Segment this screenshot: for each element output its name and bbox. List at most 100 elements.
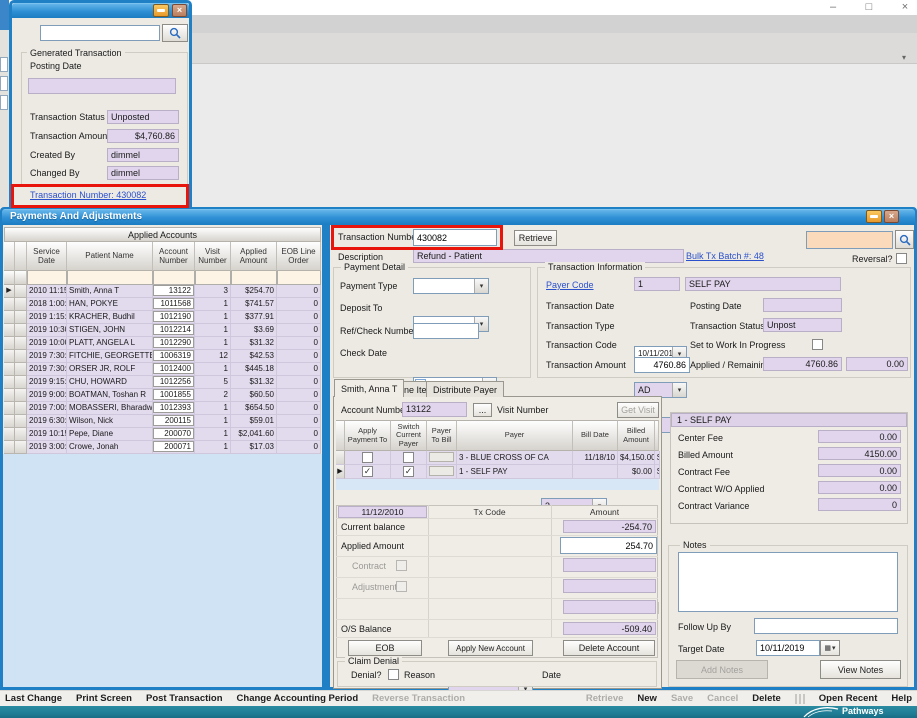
checkbox[interactable]	[362, 452, 373, 463]
delete-account-button[interactable]: Delete Account	[563, 640, 655, 656]
left-panel-empty-area	[3, 454, 322, 687]
header-account-number[interactable]: Account Number	[153, 242, 195, 271]
app-minimize-icon[interactable]: –	[824, 1, 842, 14]
filter-cell[interactable]	[27, 271, 67, 285]
follow-up-by-input[interactable]	[754, 618, 898, 634]
applied-account-row[interactable]: 2019 10:00:0PLATT, ANGELA L10122901$31.3…	[4, 337, 321, 350]
applied-account-row[interactable]: 2019 6:30:00Wilson, Nick2001151$59.010	[4, 415, 321, 428]
toolbar-separator	[795, 694, 805, 704]
apply-new-account-button[interactable]: Apply New Account	[448, 640, 533, 656]
header-payer[interactable]: Payer	[457, 420, 573, 451]
applied-account-row[interactable]: 2019 3:00:0Crowe, Jonah2000711$17.030	[4, 441, 321, 454]
eob-button[interactable]: EOB	[348, 640, 422, 656]
retrieve-button[interactable]: Retrieve	[514, 230, 557, 246]
header-cell-rowbutton	[15, 242, 27, 271]
tab-distribute-payer[interactable]: Distribute Payer	[426, 381, 504, 397]
target-date-input[interactable]	[756, 640, 820, 656]
checkbox[interactable]: ✓	[403, 466, 414, 477]
os-balance-field: -509.40	[563, 622, 656, 635]
checkbox[interactable]: ✓	[362, 466, 373, 477]
notes-textarea[interactable]	[678, 552, 898, 612]
header-switch-current-payer[interactable]: Switch Current Payer	[391, 420, 427, 451]
tab-patient[interactable]: Smith, Anna T	[334, 379, 404, 397]
header-service-date[interactable]: Service Date	[27, 242, 67, 271]
filter-cell[interactable]	[277, 271, 321, 285]
applied-account-row[interactable]: 2019 10:15:0Pepe, Diane2000701$2,041.600	[4, 428, 321, 441]
toolbar-print-screen[interactable]: Print Screen	[76, 693, 132, 704]
toolbar-post-transaction[interactable]: Post Transaction	[146, 693, 223, 704]
applied-account-row[interactable]: 2019 7:00:0MOBASSERI, Bharadwa10123931$6…	[4, 402, 321, 415]
header-eob-line-order[interactable]: EOB Line Order	[277, 242, 321, 271]
payer-row[interactable]: 3 - BLUE CROSS OF CA11/18/10$4,150.00$	[336, 451, 659, 465]
checkbox[interactable]	[403, 452, 414, 463]
applied-account-row[interactable]: 2019 9:15:00CHU, HOWARD10122565$31.320	[4, 376, 321, 389]
annotation-rectangle-transaction-number	[331, 225, 503, 250]
denial-checkbox[interactable]	[388, 669, 399, 680]
applied-account-row[interactable]: 2018 1:00:0HAN, POKYE10115681$741.570	[4, 298, 321, 311]
applied-account-row[interactable]: ▶2010 11:15:Smith, Anna T131223$254.700	[4, 285, 321, 298]
toolbar-last-change[interactable]: Last Change	[5, 693, 62, 704]
claim-denial-title: Claim Denial	[345, 656, 402, 666]
transaction-status-field: Unpost	[763, 318, 842, 332]
filter-cell[interactable]	[67, 271, 153, 285]
header-applied-amount[interactable]: Applied Amount	[231, 242, 277, 271]
payer-row[interactable]: ▶✓✓1 - SELF PAY$0.00$	[336, 465, 659, 479]
header-bill-date[interactable]: Bill Date	[573, 420, 618, 451]
minimize-icon[interactable]	[866, 210, 882, 223]
bulk-tx-batch-link[interactable]: Bulk Tx Batch #: 48	[686, 251, 764, 261]
chevron-down-icon: ▾	[672, 383, 686, 397]
applied-accounts-filter-row[interactable]	[4, 271, 321, 285]
close-icon[interactable]: ×	[172, 4, 187, 17]
applied-amount-input[interactable]	[560, 537, 657, 554]
transaction-amount-input[interactable]	[634, 357, 690, 373]
toolbar-help[interactable]: Help	[891, 693, 912, 704]
payments-window-title: Payments And Adjustments	[10, 211, 142, 222]
header-visit-number[interactable]: Visit Number	[195, 242, 231, 271]
filter-cell[interactable]	[153, 271, 195, 285]
filter-cell[interactable]	[231, 271, 277, 285]
payer-code-link[interactable]: Payer Code	[546, 280, 594, 290]
header-payer-to-bill[interactable]: Payer To Bill	[427, 420, 457, 451]
app-restore-icon[interactable]: □	[860, 1, 878, 14]
search-button[interactable]	[162, 24, 188, 42]
applied-account-row[interactable]: 2019 7:30:0FITCHIE, GEORGETTE100631912$4…	[4, 350, 321, 363]
applied-accounts-rows: ▶2010 11:15:Smith, Anna T131223$254.7002…	[4, 285, 321, 454]
posting-date-label: Posting Date	[30, 61, 82, 71]
account-lookup-button[interactable]: ...	[473, 403, 492, 417]
minimize-icon[interactable]	[153, 4, 169, 17]
view-notes-button[interactable]: View Notes	[820, 660, 901, 679]
generated-search-input[interactable]	[40, 25, 160, 41]
quick-search-button[interactable]	[895, 230, 914, 249]
payment-type-dropdown[interactable]: ▾	[413, 278, 489, 294]
ref-check-number-input[interactable]	[413, 323, 479, 339]
close-icon[interactable]: ×	[884, 210, 899, 223]
contract-fee-field: 0.00	[818, 464, 901, 477]
chevron-down-icon: ▾	[474, 279, 488, 293]
background-combobox-chevron-icon[interactable]: ▾	[902, 53, 906, 62]
filter-cell[interactable]	[195, 271, 231, 285]
quick-search-input[interactable]	[806, 231, 893, 249]
payer-code-field: 1	[634, 277, 680, 291]
applied-account-row[interactable]: 2019 10:30:0STIGEN, JOHN10122141$3.690	[4, 324, 321, 337]
reversal-checkbox[interactable]	[896, 253, 907, 264]
header-patient-name[interactable]: Patient Name	[67, 242, 153, 271]
toolbar-open-recent[interactable]: Open Recent	[819, 693, 878, 704]
toolbar-delete[interactable]: Delete	[752, 693, 781, 704]
adjustment-amount-field	[563, 579, 656, 593]
contract-fee-label: Contract Fee	[678, 467, 730, 477]
app-close-icon[interactable]: ×	[896, 1, 914, 14]
applied-account-row[interactable]: 2019 1:15:00KRACHER, Budhil10121901$377.…	[4, 311, 321, 324]
applied-account-row[interactable]: 2019 7:30:0ORSER JR, ROLF10124001$445.18…	[4, 363, 321, 376]
current-balance-field: -254.70	[563, 520, 656, 533]
applied-account-row[interactable]: 2019 9:00:00BOATMAN, Toshan R10018552$60…	[4, 389, 321, 402]
payer-grid-header: Apply Payment To Switch Current Payer Pa…	[336, 420, 659, 451]
toolbar-change-accounting-period[interactable]: Change Accounting Period	[237, 693, 359, 704]
target-date-picker-button[interactable]: ▦▾	[820, 640, 840, 656]
toolbar-new[interactable]: New	[637, 693, 657, 704]
amount-header: Amount	[551, 507, 658, 517]
payer-name-field: SELF PAY	[685, 277, 841, 291]
header-billed-amount[interactable]: Billed Amount	[618, 420, 655, 451]
work-in-progress-checkbox[interactable]	[812, 339, 823, 350]
brand-logo-text: Pathways	[842, 706, 884, 716]
header-apply-payment-to[interactable]: Apply Payment To	[345, 420, 391, 451]
